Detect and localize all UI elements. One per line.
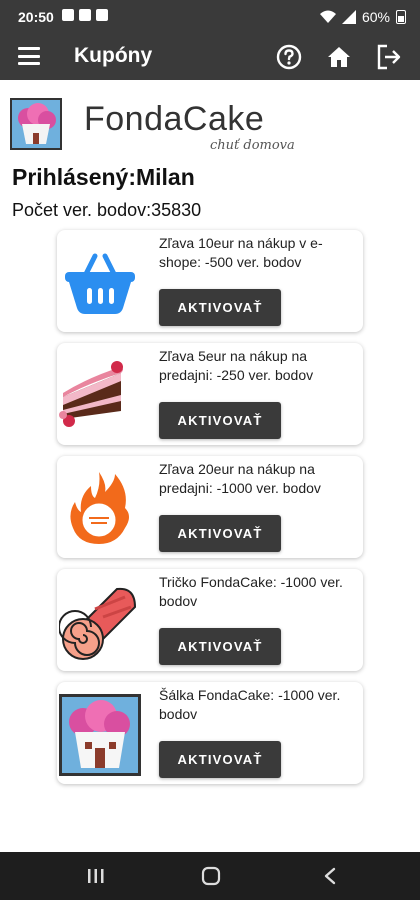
activate-button[interactable]: AKTIVOVAŤ (159, 515, 281, 552)
back-icon[interactable] (316, 864, 344, 888)
status-bar: 20:50 60% (0, 0, 420, 34)
grid-icon (79, 9, 91, 21)
roll-cake-icon (58, 581, 141, 663)
gallery-icon (62, 9, 74, 21)
fondacake-logo (10, 98, 62, 150)
status-time: 20:50 (18, 9, 54, 25)
signal-icon (341, 10, 356, 24)
help-icon[interactable] (274, 42, 304, 72)
logged-in-user: Prihlásený:Milan (12, 164, 195, 190)
logout-icon[interactable] (374, 42, 404, 72)
coupon-text: Zľava 10eur na nákup v e-shope: -500 ver… (159, 235, 323, 270)
points-balance: Počet ver. bodov:35830 (12, 200, 202, 220)
brand-name: FondaCake (84, 100, 265, 138)
battery-level: 60% (361, 9, 390, 25)
activate-button[interactable]: AKTIVOVAŤ (159, 741, 281, 778)
status-right: 60% (319, 9, 406, 25)
menu-icon[interactable] (18, 45, 40, 67)
activate-button[interactable]: AKTIVOVAŤ (159, 289, 281, 326)
wifi-icon (319, 10, 336, 23)
coupon-card: Šálka FondaCake: -1000 ver. bodov AKTIVO… (57, 682, 363, 784)
home-icon[interactable] (324, 42, 354, 72)
coupon-text: Šálka FondaCake: -1000 ver. bodov (159, 687, 341, 722)
notification-icons (62, 9, 108, 21)
brand-tagline: chuť domova (210, 138, 295, 153)
flame-badge-icon (59, 468, 141, 550)
app-icon (96, 9, 108, 21)
activate-button[interactable]: AKTIVOVAŤ (159, 628, 281, 665)
coupon-card: Zľava 5eur na nákup na predajni: -250 ve… (57, 343, 363, 445)
cake-slice-icon (59, 355, 141, 437)
basket-icon (59, 242, 141, 324)
activate-button[interactable]: AKTIVOVAŤ (159, 402, 281, 439)
recents-icon[interactable] (82, 864, 110, 888)
coupon-card: Zľava 20eur na nákup na predajni: -1000 … (57, 456, 363, 558)
coupon-text: Tričko FondaCake: -1000 ver. bodov (159, 574, 343, 609)
coupon-text: Zľava 5eur na nákup na predajni: -250 ve… (159, 348, 314, 383)
page-title: Kupóny (74, 44, 153, 67)
coupon-card: Zľava 10eur na nákup v e-shope: -500 ver… (57, 230, 363, 332)
battery-icon (396, 10, 406, 24)
coupon-card: Tričko FondaCake: -1000 ver. bodov AKTIV… (57, 569, 363, 671)
cupcake-house-icon (59, 694, 141, 776)
home-nav-icon[interactable] (197, 864, 225, 888)
app-bar: Kupóny (0, 34, 420, 80)
coupon-text: Zľava 20eur na nákup na predajni: -1000 … (159, 461, 321, 496)
system-nav-bar (0, 852, 420, 900)
